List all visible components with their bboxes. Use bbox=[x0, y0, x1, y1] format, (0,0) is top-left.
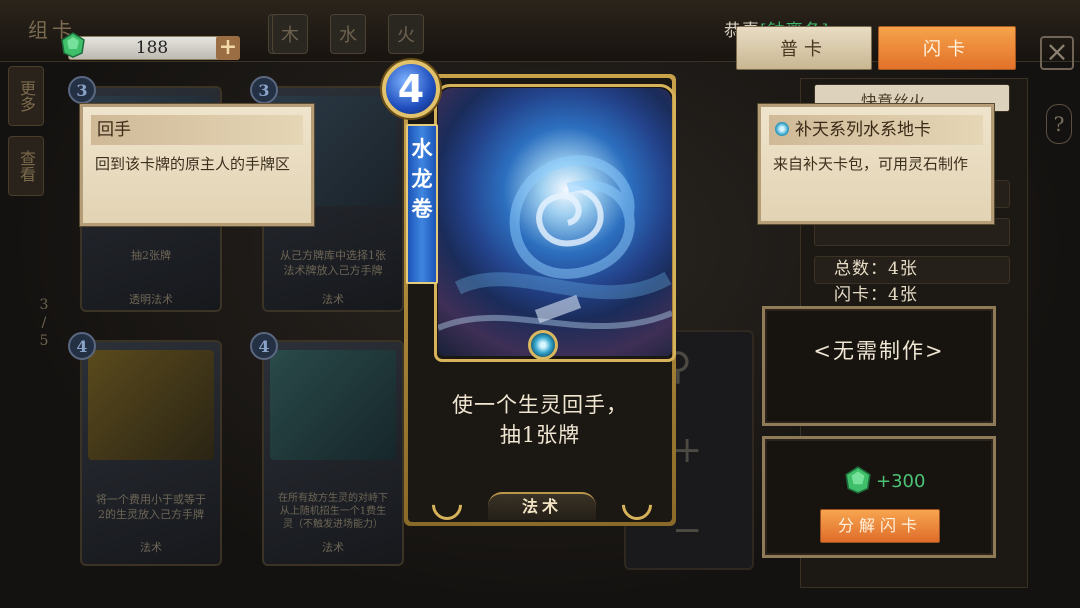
page-indicator: 3 / 5 bbox=[34, 296, 54, 350]
deck-card-2-cost: 3 bbox=[250, 76, 278, 104]
card-type: 法术 bbox=[140, 541, 162, 554]
keyword-tooltip-title: 回手 bbox=[91, 115, 303, 145]
series-tooltip: 补天系列水系地卡 来自补天卡包，可用灵石制作 bbox=[758, 104, 994, 224]
deck-card-4-cost: 4 bbox=[250, 332, 278, 360]
jade-count: 188 bbox=[135, 38, 169, 58]
keyword-tooltip-body: 回到该卡牌的原主人的手牌区 bbox=[95, 155, 291, 173]
side-tab-view[interactable]: 查看 bbox=[8, 136, 44, 196]
corner-ornament-icon bbox=[615, 483, 659, 527]
deck-card-1-cost: 3 bbox=[68, 76, 96, 104]
card-type: 法术 bbox=[322, 541, 344, 554]
deck-card-4[interactable]: 在所有敌方生灵的对峙下从上随机招生一个1费生灵（不触发进场能力） 法术 bbox=[262, 340, 404, 566]
card-name-char: 龙 bbox=[411, 166, 433, 191]
card-name-char: 水 bbox=[411, 136, 433, 161]
card-type: 透明法术 bbox=[129, 293, 173, 306]
card-type: 法术 bbox=[322, 293, 344, 306]
card-art bbox=[270, 350, 396, 460]
card-effect-line-1: 使一个生灵回手， bbox=[452, 393, 628, 417]
card-detail: 使一个生灵回手， 抽1张牌 法术 4 水 龙 卷 bbox=[382, 60, 676, 527]
jade-gem-icon bbox=[845, 466, 871, 494]
card-text: 从己方牌库中选择1张法术牌放入己方手牌 bbox=[280, 249, 386, 277]
side-tab-more[interactable]: 更多 bbox=[8, 66, 44, 126]
flash-card-button[interactable]: 闪卡 bbox=[878, 26, 1016, 70]
decompose-flash-button[interactable]: 分解闪卡 bbox=[820, 509, 940, 543]
card-text: 将一个费用小于或等于2的生灵放入己方手牌 bbox=[96, 493, 206, 521]
craft-status: <无需制作> bbox=[813, 339, 945, 363]
add-icon[interactable]: + bbox=[672, 430, 702, 471]
craft-panel: <无需制作> bbox=[762, 306, 996, 426]
page-current: 3 bbox=[39, 297, 49, 313]
total-count: 总数：4张 bbox=[834, 259, 918, 279]
deck-card-3-cost: 4 bbox=[68, 332, 96, 360]
card-text: 抽2张牌 bbox=[131, 249, 171, 262]
remove-icon[interactable]: − bbox=[672, 510, 702, 551]
normal-card-button[interactable]: 普卡 bbox=[736, 26, 872, 70]
deck-card-3[interactable]: 将一个费用小于或等于2的生灵放入己方手牌 法术 bbox=[80, 340, 222, 566]
card-stats: 总数：4张 闪卡：4张 bbox=[834, 256, 918, 308]
keyword-tooltip: 回手 回到该卡牌的原主人的手牌区 bbox=[80, 104, 314, 226]
add-jade-button[interactable]: + bbox=[216, 36, 240, 60]
card-type: 法术 bbox=[488, 492, 596, 520]
flash-count: 闪卡：4张 bbox=[834, 285, 918, 305]
card-effect-line-2: 抽1张牌 bbox=[499, 423, 581, 447]
series-tooltip-title-row: 补天系列水系地卡 bbox=[769, 115, 983, 145]
water-element-icon bbox=[775, 122, 789, 136]
help-button[interactable]: ? bbox=[1046, 104, 1072, 144]
card-name-banner: 水 龙 卷 bbox=[406, 124, 438, 284]
whirlpool-art bbox=[438, 155, 672, 331]
card-art bbox=[88, 350, 214, 460]
corner-ornament-icon bbox=[425, 483, 469, 527]
element-tab-wood[interactable]: 木 bbox=[272, 14, 308, 54]
page-total: 5 bbox=[39, 333, 49, 349]
close-button[interactable]: × bbox=[1040, 36, 1074, 70]
element-tab-fire[interactable]: 火 bbox=[388, 14, 424, 54]
card-body: 使一个生灵回手， 抽1张牌 法术 bbox=[408, 78, 676, 527]
water-element-gem-icon bbox=[528, 330, 558, 360]
card-name-char: 卷 bbox=[411, 196, 433, 221]
series-tooltip-body: 来自补天卡包，可用灵石制作 bbox=[773, 155, 969, 173]
card-effect-text: 使一个生灵回手， 抽1张牌 bbox=[426, 390, 654, 450]
page-divider: / bbox=[41, 315, 47, 331]
card-text: 在所有敌方生灵的对峙下从上随机招生一个1费生灵（不触发进场能力） bbox=[278, 493, 388, 530]
series-tooltip-title: 补天系列水系地卡 bbox=[795, 120, 931, 140]
element-tab-water[interactable]: 水 bbox=[330, 14, 366, 54]
card-artwork bbox=[438, 88, 672, 356]
decompose-value: +300 bbox=[876, 471, 926, 492]
card-cost: 4 bbox=[382, 60, 440, 118]
